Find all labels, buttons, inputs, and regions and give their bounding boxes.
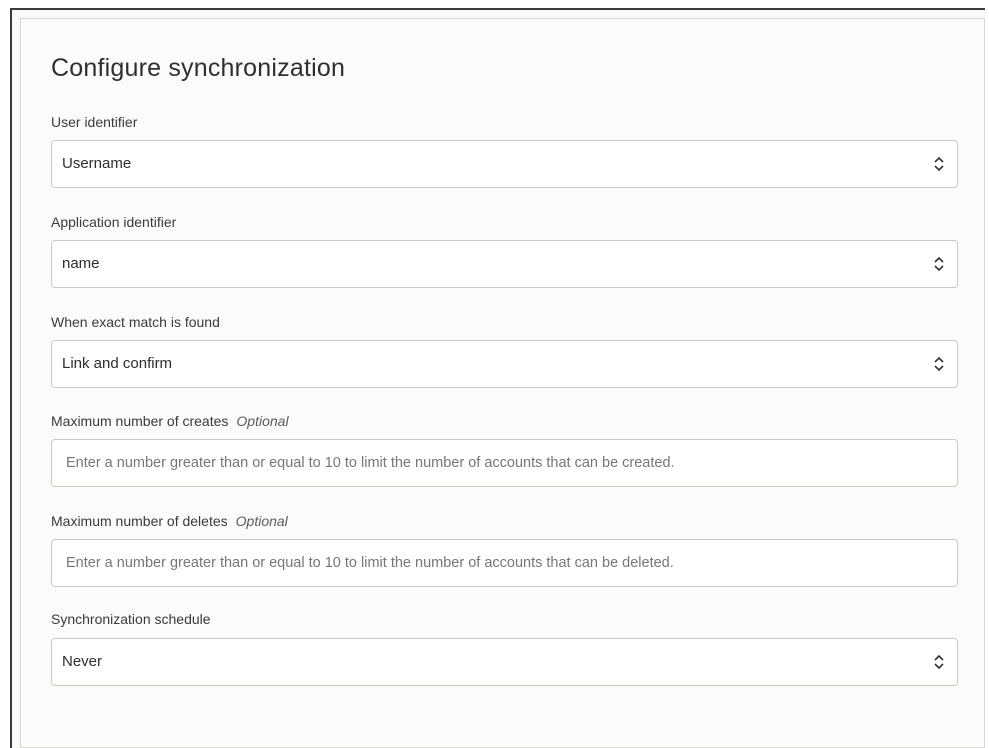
schedule-select[interactable]: Never	[51, 638, 958, 686]
max-deletes-field[interactable]	[51, 539, 958, 587]
application-identifier-label: Application identifier	[51, 214, 177, 230]
exact-match-select[interactable]: Link and confirm	[51, 340, 958, 388]
max-creates-label: Maximum number of creates Optional	[51, 413, 289, 429]
application-identifier-select[interactable]: name	[51, 240, 958, 288]
max-creates-input[interactable]	[52, 440, 957, 486]
page-title: Configure synchronization	[51, 54, 346, 82]
up-down-chevron-icon	[934, 256, 944, 272]
optional-tag: Optional	[235, 513, 288, 529]
exact-match-value: Link and confirm	[62, 355, 173, 372]
exact-match-label: When exact match is found	[51, 314, 220, 330]
application-identifier-value: name	[62, 255, 100, 272]
max-deletes-input[interactable]	[52, 540, 957, 586]
optional-tag: Optional	[236, 413, 289, 429]
max-deletes-label: Maximum number of deletes Optional	[51, 513, 288, 529]
schedule-label: Synchronization schedule	[51, 611, 211, 627]
schedule-value: Never	[62, 653, 103, 670]
max-creates-label-text: Maximum number of creates	[51, 413, 229, 429]
user-identifier-label: User identifier	[51, 114, 138, 130]
up-down-chevron-icon	[934, 654, 944, 670]
up-down-chevron-icon	[934, 356, 944, 372]
max-deletes-label-text: Maximum number of deletes	[51, 513, 228, 529]
max-creates-field[interactable]	[51, 439, 958, 487]
up-down-chevron-icon	[934, 156, 944, 172]
user-identifier-select[interactable]: Username	[51, 140, 958, 188]
user-identifier-value: Username	[62, 155, 132, 172]
